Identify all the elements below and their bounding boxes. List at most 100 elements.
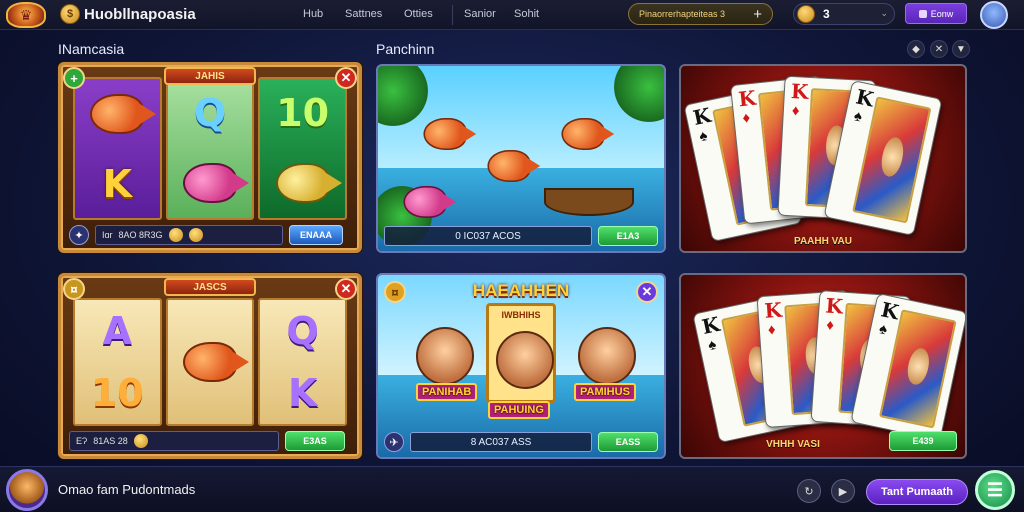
close-icon[interactable]: ✕ — [335, 67, 357, 89]
plane-icon[interactable]: ✈ — [384, 432, 404, 452]
refresh-icon[interactable]: ↻ — [797, 479, 821, 503]
game-footer: 0 IC037 ACOS E1A3 — [384, 225, 658, 247]
user-avatar[interactable] — [980, 1, 1008, 29]
card-suit: ♦ — [791, 102, 800, 120]
add-icon[interactable]: + — [63, 67, 85, 89]
card-art — [878, 309, 957, 429]
coin-balance-value: 3 — [823, 7, 830, 21]
coin-icon — [168, 228, 183, 242]
chevron-down-icon[interactable]: ⌄ — [880, 8, 888, 19]
player-avatar[interactable] — [6, 469, 48, 511]
bet-info: EɁ 81AS 28 — [69, 431, 279, 451]
status-text: Omao fam Pudontmads — [58, 482, 196, 497]
nav-item-senior[interactable]: Sanior — [464, 8, 496, 20]
fish-symbol-icon — [90, 94, 157, 135]
character-portrait — [416, 327, 474, 385]
add-icon[interactable]: + — [753, 6, 762, 23]
bet-info-mid: 8AO 8R3G — [118, 230, 163, 240]
fish-symbol-icon — [183, 162, 249, 203]
card-rank: K — [737, 85, 758, 112]
coin-badge-icon: ¤ — [63, 278, 85, 300]
reel: Q — [165, 77, 255, 220]
card-art — [852, 96, 932, 224]
close-icon[interactable]: ✕ — [636, 281, 658, 303]
game-caption: PAAHH VAU — [794, 236, 852, 247]
card-suit: ♠ — [706, 335, 718, 355]
slot-footer: ✦ Iɑr 8AO 8R3G ENAAA — [69, 224, 351, 246]
card-game-card-2[interactable]: K ♠ K ♦ K ♦ K ♠ VHHH VASI E439 — [679, 273, 967, 459]
fish-icon — [423, 118, 477, 150]
card-rank: K — [878, 297, 901, 325]
pachinko-game-card-2[interactable]: ¤ ✕ HAEAHHEN IWBHIHS PANIHAB PAHUING PAM… — [376, 273, 666, 459]
play-button[interactable]: E3AS — [285, 431, 345, 451]
slot-reels: A 10 Q K — [73, 298, 348, 426]
game-info: 0 IC037 ACOS — [384, 226, 592, 246]
card-rank: K — [790, 79, 809, 104]
reel-symbol: 10 — [276, 91, 330, 136]
game-info: 8 AC037 ASS — [410, 432, 592, 452]
fish-symbol-icon — [275, 162, 342, 203]
diamond-icon[interactable]: ◆ — [907, 40, 925, 58]
fish-icon — [487, 150, 541, 182]
bottom-bar: Omao fam Pudontmads ↻ ▶ Tant Pumaath ☰ — [0, 466, 1024, 512]
hamburger-menu-icon[interactable]: ☰ — [975, 470, 1015, 510]
reel: Q K — [258, 298, 348, 426]
section-title-right: Panchinn — [376, 41, 435, 57]
nav-item-hub[interactable]: Hub — [303, 8, 323, 20]
fish-icon — [561, 118, 615, 150]
slot-footer: EɁ 81AS 28 E3AS — [69, 430, 351, 452]
bet-info: Iɑr 8AO 8R3G — [95, 225, 283, 245]
card-rank: K — [699, 311, 722, 339]
nav-item-settings[interactable]: Sattnes — [345, 8, 382, 20]
coin-icon — [188, 228, 203, 242]
bet-info-mid: 81AS 28 — [93, 436, 128, 446]
reel-symbol: K — [287, 371, 318, 415]
logo-emblem-icon[interactable]: ♛ — [6, 2, 46, 28]
card-suit: ♦ — [767, 321, 777, 339]
bet-info-left: EɁ — [76, 436, 88, 446]
card-rank: K — [853, 84, 876, 112]
coin-balance[interactable]: 3 ⌄ — [793, 3, 895, 25]
top-bar: ♛ $ Huobllnapoasia Hub Sattnes Otties Sa… — [0, 0, 1024, 30]
reel-symbol: A — [102, 309, 133, 353]
section-title-left: INamcasia — [58, 41, 125, 57]
character-banner: PANIHAB — [416, 383, 478, 401]
slot-reels: K Q 10 — [73, 77, 348, 220]
reel: A 10 — [73, 298, 162, 426]
nav-item-sohit[interactable]: Sohit — [514, 8, 539, 20]
game-title: HAEAHHEN — [472, 281, 570, 300]
reel-symbol: Q — [286, 309, 319, 353]
close-icon[interactable]: ✕ — [930, 40, 948, 58]
menu-button-label: Eonw — [930, 8, 954, 19]
close-icon[interactable]: ✕ — [335, 278, 357, 300]
slot-game-card-2[interactable]: JASCS ¤ ✕ A 10 Q K EɁ 81AS 28 E3AS — [58, 273, 362, 459]
settings-icon[interactable]: ✦ — [69, 225, 89, 245]
play-button[interactable]: E1A3 — [598, 226, 658, 246]
pachinko-game-card-1[interactable]: 0 IC037 ACOS E1A3 — [376, 64, 666, 253]
nav-item-others[interactable]: Otties — [404, 8, 433, 20]
coin-icon — [797, 5, 815, 23]
menu-glyph-icon — [918, 9, 927, 18]
chevron-down-icon[interactable]: ▼ — [952, 40, 970, 58]
fish-symbol-icon — [183, 342, 249, 382]
card-game-card-1[interactable]: K ♠ K ♦ K ♦ K ♠ PAAHH VAU — [679, 64, 967, 253]
card-rank: K — [824, 293, 844, 319]
card-rank: K — [690, 102, 713, 131]
play-button[interactable]: EASS — [598, 432, 658, 452]
boat-icon — [544, 188, 634, 216]
slot-ribbon: JAHIS — [164, 67, 256, 85]
play-icon[interactable]: ▶ — [831, 479, 855, 503]
primary-action-button[interactable]: Tant Pumaath — [866, 479, 968, 505]
character-portrait — [578, 327, 636, 385]
menu-button[interactable]: Eonw — [905, 3, 967, 24]
reel-symbol: K — [102, 161, 133, 206]
play-button[interactable]: ENAAA — [289, 225, 343, 245]
reel: K — [73, 77, 162, 220]
character-banner: PAHUING — [488, 401, 550, 419]
brand-coin-icon: $ — [60, 4, 80, 24]
promo-pill[interactable]: Pinaorrerhapteiteas 3 + — [628, 3, 773, 25]
card-suit: ♠ — [852, 107, 864, 126]
character-banner: PAMIHUS — [574, 383, 636, 401]
slot-game-card-1[interactable]: JAHIS + ✕ K Q 10 ✦ Iɑr 8AO 8R3G ENAAA — [58, 62, 362, 253]
play-button[interactable]: E439 — [889, 431, 957, 451]
